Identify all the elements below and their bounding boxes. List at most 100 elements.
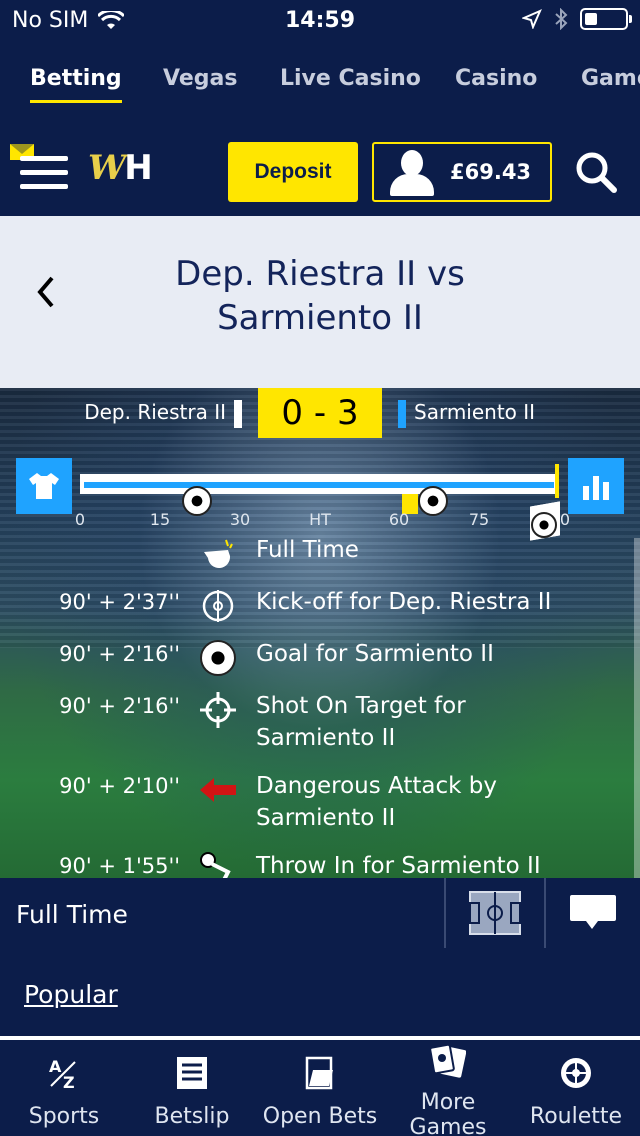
event-description: Throw In for Sarmiento II [256,850,616,878]
bottom-navigation: AZ Sports Betslip Open Bets More Games R… [0,1040,640,1136]
pitch-view-button[interactable] [444,878,544,948]
nav-open-bets[interactable]: Open Bets [256,1040,384,1136]
bar-chart-icon [583,476,609,500]
event-time: 90' + 2'10'' [59,774,180,798]
event-description: Full Time [256,534,616,566]
tab-betting[interactable]: Betting [30,66,122,103]
away-team-color [398,400,406,428]
deposit-button[interactable]: Deposit [228,142,358,202]
match-timeline [80,474,558,494]
event-description-line: Dangerous Attack by [256,773,497,799]
nav-label: Sports [28,1104,100,1129]
timeline-tick: 0 [559,510,571,529]
pitch-icon [469,891,521,935]
open-bets-icon [256,1056,384,1092]
nav-sports[interactable]: AZ Sports [0,1040,128,1136]
stats-button[interactable] [568,458,624,514]
throw-in-icon [198,850,238,878]
event-time: 90' + 2'16'' [59,694,180,718]
account-balance-button[interactable]: £69.43 [372,142,552,202]
popular-section: Popular [0,948,640,1036]
system-icons [522,8,632,30]
shirt-icon [29,473,59,499]
home-team-color [234,400,242,428]
live-tracker: Dep. Riestra II 0 - 3 Sarmiento II 0 15 … [0,388,640,878]
event-description-line: Kick-off for Dep. Riestra II [256,589,552,615]
menu-icon-bar [20,156,68,161]
user-icon [388,148,436,196]
location-icon [522,9,542,29]
event-description: Shot On Target for Sarmiento II [256,690,616,754]
menu-icon-bar [20,184,68,189]
match-score: 0 - 3 [258,388,382,438]
back-chevron-icon[interactable] [32,272,58,312]
event-description: Goal for Sarmiento II [256,638,616,670]
cards-icon [384,1044,512,1080]
nav-label: Open Bets [262,1104,378,1129]
event-description-line: Sarmiento II [256,805,396,831]
goal-marker-icon[interactable] [182,486,212,516]
match-title-line: Dep. Riestra II vs [175,254,465,294]
scoreline: Dep. Riestra II 0 - 3 Sarmiento II [0,388,640,440]
event-time: 90' + 1'55'' [59,854,180,878]
nav-label: Betslip [154,1104,230,1129]
match-status-bar: Full Time [0,878,640,948]
popular-link[interactable]: Popular [24,980,118,1009]
match-status-label: Full Time [16,900,128,929]
az-icon: AZ [0,1056,128,1092]
tab-vegas[interactable]: Vegas [163,66,237,91]
goal-marker-icon[interactable] [418,486,448,516]
menu-icon-bar [20,170,68,175]
svg-text:Z: Z [63,1073,75,1090]
battery-icon [580,8,632,30]
svg-text:A: A [49,1057,62,1076]
roulette-icon [512,1056,640,1092]
event-feed-scrollbar[interactable] [634,538,640,878]
timeline-tick: 75 [468,510,490,529]
event-time: 90' + 2'16'' [59,642,180,666]
match-header: Dep. Riestra II vs Sarmiento II [0,216,640,388]
bluetooth-icon [555,8,568,30]
arrow-left-icon [198,770,238,810]
chat-button[interactable] [544,878,640,948]
speech-bubble-icon [570,895,616,929]
match-title-line: Sarmiento II [217,298,423,338]
event-time: 90' + 2'37'' [59,590,180,614]
nav-label: More Games [409,1090,487,1136]
event-description-line: Throw In for Sarmiento II [256,853,541,878]
kickoff-icon [198,586,238,626]
event-description-line: Sarmiento II [256,725,396,751]
brand-logo[interactable]: WH [88,148,153,188]
event-description: Kick-off for Dep. Riestra II [256,586,616,618]
timeline-tick: 0 [74,510,86,529]
timeline-tick: 15 [149,510,171,529]
football-icon [198,638,238,678]
nav-more-games[interactable]: More Games [384,1040,512,1136]
home-team-name: Dep. Riestra II [84,400,226,424]
event-description-line: Shot On Target for [256,693,466,719]
lineups-button[interactable] [16,458,72,514]
app-header: WH Deposit £69.43 [0,120,640,216]
timeline-end-marker [555,464,559,498]
balance-amount: £69.43 [450,160,532,184]
away-team-name: Sarmiento II [414,400,536,424]
tab-games[interactable]: Game [581,66,640,91]
tab-casino[interactable]: Casino [455,66,537,91]
event-description: Dangerous Attack by Sarmiento II [256,770,616,834]
event-description-line: Goal for Sarmiento II [256,641,494,667]
nav-betslip[interactable]: Betslip [128,1040,256,1136]
betslip-icon [128,1056,256,1092]
crosshair-icon [198,690,238,730]
search-icon[interactable] [574,150,618,194]
nav-roulette[interactable]: Roulette [512,1040,640,1136]
match-title: Dep. Riestra II vs Sarmiento II [100,252,540,340]
timeline-tick: 30 [229,510,251,529]
timeline-tick: 60 [388,510,410,529]
nav-label: Roulette [529,1104,623,1129]
whistle-icon [198,534,238,574]
timeline-tick: HT [309,510,331,529]
tab-live-casino[interactable]: Live Casino [280,66,421,91]
event-description-line: Full Time [256,537,359,563]
product-tabs: Betting Vegas Live Casino Casino Game [0,42,640,120]
menu-button[interactable] [10,140,72,192]
